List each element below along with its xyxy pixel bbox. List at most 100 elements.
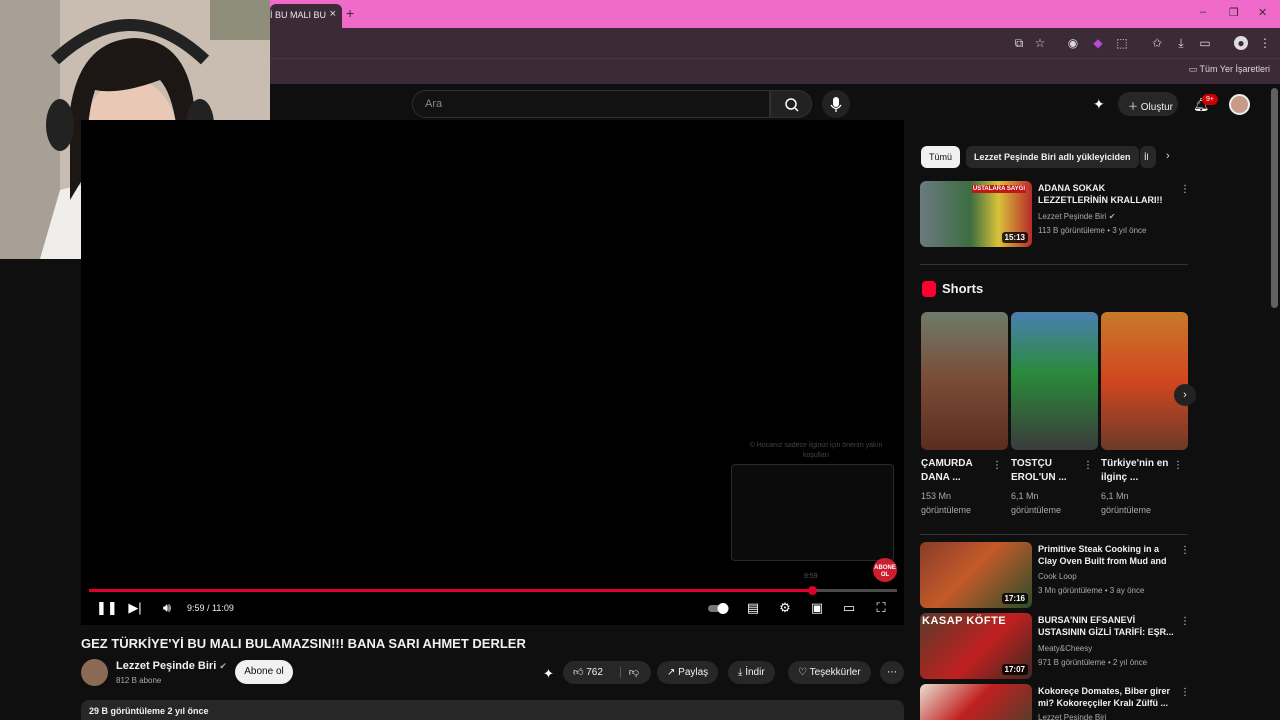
- ask-sparkle-icon[interactable]: ✦: [543, 666, 554, 682]
- voice-search-button[interactable]: [822, 90, 850, 118]
- short-menu-icon[interactable]: ⋮: [992, 460, 1002, 471]
- more-actions-button[interactable]: ⋯: [880, 661, 904, 684]
- install-app-icon[interactable]: ⧉: [1012, 36, 1026, 50]
- chip-related[interactable]: İl: [1140, 146, 1156, 168]
- short-thumbnail[interactable]: [1101, 312, 1188, 450]
- share-button[interactable]: ↗ Paylaş: [657, 661, 719, 684]
- next-icon[interactable]: ▶|: [127, 600, 143, 616]
- notification-badge: 9+: [1202, 94, 1218, 105]
- extension-icon[interactable]: ◆: [1091, 36, 1105, 50]
- endscreen-video-card[interactable]: [731, 464, 894, 561]
- rec-menu-icon[interactable]: ⋮: [1180, 687, 1190, 698]
- rec-thumbnail[interactable]: 17:16: [920, 542, 1032, 608]
- rec-title[interactable]: ADANA SOKAK LEZZETLERİNİN KRALLARI!! BÖL…: [1038, 182, 1176, 206]
- rec-channel[interactable]: Lezzet Peşinde Biri ✔: [1038, 211, 1115, 223]
- rec-thumbnail[interactable]: [920, 684, 1032, 720]
- progress-scrubber-handle[interactable]: [808, 586, 817, 595]
- autoplay-toggle[interactable]: [707, 600, 731, 616]
- pause-icon[interactable]: ❚❚: [96, 600, 118, 616]
- volume-icon[interactable]: 🔊︎: [159, 600, 175, 616]
- page-scrollbar[interactable]: [1271, 88, 1278, 308]
- short-menu-icon[interactable]: ⋮: [1083, 460, 1093, 471]
- rec-menu-icon[interactable]: ⋮: [1180, 616, 1190, 627]
- premium-sparkle-icon[interactable]: ✦: [1093, 96, 1105, 113]
- views-and-date: 29 B görüntüleme 2 yıl önce: [89, 706, 209, 716]
- miniplayer-icon[interactable]: ▣: [809, 600, 825, 616]
- thumb-up-icon: 👍︎: [573, 667, 587, 678]
- rec-title[interactable]: Primitive Steak Cooking in a Clay Oven B…: [1038, 543, 1176, 567]
- rec-menu-icon[interactable]: ⋮: [1180, 545, 1190, 556]
- side-panel-icon[interactable]: ▭: [1198, 36, 1212, 50]
- rec-title[interactable]: BURSA'NIN EFSANEVİ USTASININ GİZLİ TARİF…: [1038, 614, 1176, 638]
- channel-avatar[interactable]: [81, 659, 108, 686]
- rec-channel[interactable]: Lezzet Peşinde Biri: [1038, 712, 1106, 720]
- channel-name-text: Lezzet Peşinde Biri: [116, 660, 217, 672]
- short-views: 6,1 Mn görüntüleme: [1011, 491, 1062, 515]
- chevron-right-icon[interactable]: ›: [1166, 150, 1170, 162]
- share-icon: ↗: [667, 667, 679, 678]
- like-dislike-group: 👍︎ 762 👎︎: [563, 661, 651, 684]
- download-button[interactable]: ⤓ İndir: [728, 661, 775, 684]
- window-close-icon[interactable]: ✕: [1258, 6, 1267, 19]
- search-icon: [785, 98, 799, 112]
- thumb-down-icon: 👎︎: [628, 667, 639, 678]
- bookmark-star-icon[interactable]: ☆: [1033, 36, 1047, 50]
- like-button[interactable]: 👍︎ 762: [573, 667, 603, 678]
- all-bookmarks-label: Tüm Yer İşaretleri: [1199, 64, 1270, 74]
- all-bookmarks-link[interactable]: ▭ Tüm Yer İşaretleri: [1189, 64, 1270, 75]
- settings-gear-icon[interactable]: ⚙: [777, 600, 793, 616]
- rec-meta: 971 B görüntüleme • 2 yıl önce: [1038, 658, 1148, 667]
- rec-menu-icon[interactable]: ⋮: [1180, 184, 1190, 195]
- browser-tab[interactable]: İ BU MALI BU ×: [270, 4, 342, 28]
- channel-name[interactable]: Lezzet Peşinde Biri ✔: [116, 660, 227, 672]
- endscreen-text: © Hocanız sadece ilginizi için önerim ya…: [749, 442, 883, 459]
- thanks-button[interactable]: ♡ Teşekkürler: [788, 661, 871, 684]
- rec-title[interactable]: Kokoreçe Domates, Biber girer mi? Kokore…: [1038, 685, 1176, 709]
- tab-close-icon[interactable]: ×: [330, 8, 336, 20]
- thumb-overlay-text: USTALARA SAYGI: [971, 185, 1026, 193]
- rec-thumbnail[interactable]: KASAP KÖFTE 17:07: [920, 613, 1032, 679]
- subtitles-icon[interactable]: ▤: [745, 600, 761, 616]
- like-count: 762: [586, 667, 603, 678]
- shorts-heading: Shorts: [942, 281, 984, 296]
- subscribe-watermark[interactable]: ABONE OL: [873, 558, 897, 582]
- short-menu-icon[interactable]: ⋮: [1173, 460, 1183, 471]
- extensions-puzzle-icon[interactable]: ⬚: [1115, 36, 1129, 50]
- subscriber-count: 812 B abone: [116, 676, 162, 685]
- rec-channel[interactable]: Meaty&Cheesy: [1038, 643, 1092, 655]
- short-thumbnail[interactable]: [1011, 312, 1098, 450]
- shorts-next-button[interactable]: ›: [1174, 384, 1196, 406]
- menu-kebab-icon[interactable]: ⋮: [1258, 36, 1272, 50]
- short-title[interactable]: Türkiye'nin en ilginç ...: [1101, 457, 1171, 485]
- chip-from-uploader[interactable]: Lezzet Peşinde Biri adlı yükleyiciden: [966, 146, 1139, 168]
- account-avatar[interactable]: [1229, 94, 1250, 115]
- maximize-icon[interactable]: ❐: [1229, 6, 1239, 19]
- search-input[interactable]: Ara: [412, 90, 770, 118]
- thanks-label: Teşekkürler: [809, 667, 861, 678]
- rec-channel[interactable]: Cook Loop: [1038, 571, 1077, 583]
- bookmarks-icon[interactable]: ✩: [1150, 36, 1164, 50]
- download-icon[interactable]: ⤓: [1174, 36, 1188, 50]
- extension-icon[interactable]: ◉: [1066, 36, 1080, 50]
- rec-meta: 3 Mn görüntüleme • 3 ay önce: [1038, 586, 1145, 595]
- create-label: Oluştur: [1140, 102, 1174, 113]
- create-button[interactable]: ＋ Oluştur: [1118, 92, 1178, 116]
- subscribe-button[interactable]: Abone ol: [235, 660, 293, 684]
- autoplay-toggle-icon: [708, 603, 729, 614]
- fullscreen-icon[interactable]: ⛶: [873, 600, 889, 616]
- short-title[interactable]: ÇAMURDA DANA ...: [921, 457, 991, 485]
- hover-time: 9:59: [804, 573, 818, 580]
- dislike-button[interactable]: 👎︎: [619, 667, 639, 678]
- description-box[interactable]: 29 B görüntüleme 2 yıl önce: [81, 700, 904, 720]
- new-tab-button[interactable]: +: [346, 5, 354, 21]
- short-thumbnail[interactable]: [921, 312, 1008, 450]
- short-title[interactable]: TOSTÇU EROL'UN ...: [1011, 457, 1081, 485]
- rec-thumbnail[interactable]: USTALARA SAYGI 15:13: [920, 181, 1032, 247]
- thumb-overlay-text: KASAP KÖFTE: [922, 615, 1007, 627]
- theater-mode-icon[interactable]: ▭: [841, 600, 857, 616]
- minimize-icon[interactable]: –: [1200, 6, 1206, 18]
- search-button[interactable]: [770, 90, 812, 118]
- chip-all[interactable]: Tümü: [921, 146, 961, 168]
- duration-badge: 17:07: [1001, 664, 1028, 675]
- profile-icon[interactable]: ●: [1234, 36, 1248, 50]
